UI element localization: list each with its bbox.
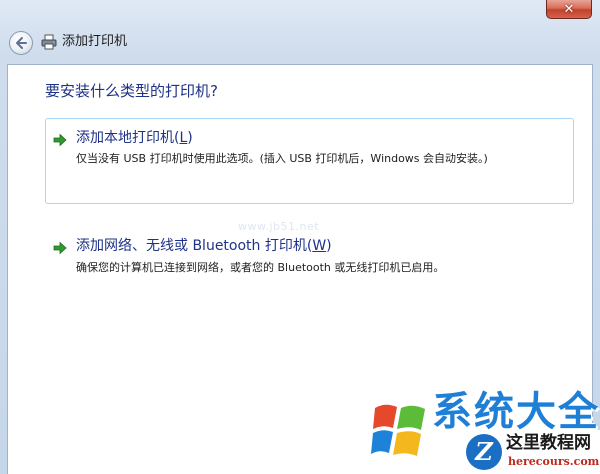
windows-flag-icon [371,404,425,456]
site-logo-icon: Z [466,434,502,470]
site-name: 这里教程网 [506,433,591,453]
close-button[interactable]: ✕ [546,0,592,19]
back-button[interactable] [9,31,33,55]
back-arrow-icon [16,37,27,49]
window-title: 添加打印机 [62,34,128,49]
option-title: 添加本地打印机(L) [76,130,193,146]
green-arrow-icon [53,241,67,255]
logo-text: 系统大全 [432,389,600,435]
site-url: herecours.com [508,455,600,468]
watermark-logo: 系统大全 Z 这里教程网 herecours.com [366,388,600,474]
option-description: 确保您的计算机已连接到网络，或者您的 Bluetooth 或无线打印机已启用。 [76,261,445,274]
green-arrow-icon [53,133,67,147]
option-local-printer[interactable]: 添加本地打印机(L) 仅当没有 USB 打印机时使用此选项。(插入 USB 打印… [45,118,574,204]
page-heading: 要安装什么类型的打印机? [45,82,218,100]
option-description: 仅当没有 USB 打印机时使用此选项。(插入 USB 打印机后，Windows … [76,152,488,165]
printer-icon [41,34,57,50]
option-title: 添加网络、无线或 Bluetooth 打印机(W) [76,238,332,254]
option-network-printer[interactable]: 添加网络、无线或 Bluetooth 打印机(W) 确保您的计算机已连接到网络，… [45,226,574,286]
site-badge: Z 这里教程网 herecours.com [462,430,600,474]
close-icon: ✕ [563,1,575,17]
